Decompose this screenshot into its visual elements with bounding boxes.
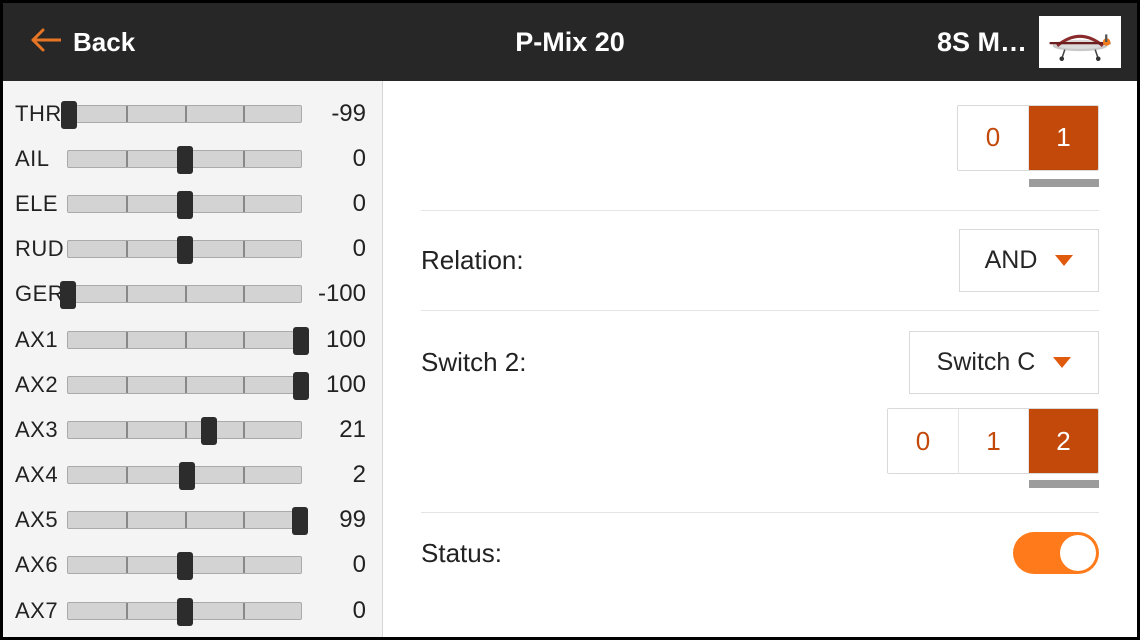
header: Back P-Mix 20 8S M… bbox=[3, 3, 1137, 81]
channel-value: 0 bbox=[312, 551, 366, 579]
channel-value: 0 bbox=[312, 190, 366, 218]
switch2-position-segment: 012 bbox=[887, 408, 1099, 474]
slider-thumb[interactable] bbox=[177, 552, 193, 580]
slider-thumb[interactable] bbox=[61, 101, 77, 129]
slider-thumb[interactable] bbox=[179, 462, 195, 490]
status-row: Status: bbox=[421, 513, 1099, 593]
channel-slider[interactable] bbox=[67, 195, 302, 213]
slider-thumb[interactable] bbox=[60, 281, 76, 309]
channel-label: AX2 bbox=[15, 372, 63, 398]
channel-slider[interactable] bbox=[67, 376, 302, 394]
channel-label: AX4 bbox=[15, 462, 63, 488]
segment-option[interactable]: 1 bbox=[1028, 106, 1098, 170]
main-panel: 01 Relation: AND Switch 2: Switch C bbox=[383, 81, 1137, 637]
slider-thumb[interactable] bbox=[177, 236, 193, 264]
chevron-down-icon bbox=[1055, 255, 1073, 266]
channel-slider[interactable] bbox=[67, 150, 302, 168]
switch2-dropdown[interactable]: Switch C bbox=[909, 331, 1099, 394]
channel-row: GER -100 bbox=[15, 272, 366, 317]
slider-thumb[interactable] bbox=[201, 417, 217, 445]
channel-row: AX6 0 bbox=[15, 543, 366, 588]
scroll-indicator bbox=[1029, 480, 1099, 488]
back-label: Back bbox=[73, 27, 135, 58]
channel-value: 0 bbox=[312, 597, 366, 625]
channel-slider[interactable] bbox=[67, 285, 302, 303]
segment-option[interactable]: 2 bbox=[1028, 409, 1098, 473]
channel-slider[interactable] bbox=[67, 240, 302, 258]
channel-slider[interactable] bbox=[67, 331, 302, 349]
switch1-position-segment: 01 bbox=[957, 105, 1099, 171]
channel-row: AX2 100 bbox=[15, 362, 366, 407]
channel-row: THR -99 bbox=[15, 91, 366, 136]
channel-value: -100 bbox=[312, 280, 366, 308]
channel-label: AIL bbox=[15, 146, 63, 172]
model-thumbnail bbox=[1039, 16, 1121, 68]
back-arrow-icon bbox=[31, 28, 61, 57]
channel-value: 0 bbox=[312, 235, 366, 263]
channel-label: AX5 bbox=[15, 507, 63, 533]
switch2-row: Switch 2: Switch C 012 bbox=[421, 311, 1099, 513]
channel-row: ELE 0 bbox=[15, 181, 366, 226]
channel-label: AX3 bbox=[15, 417, 63, 443]
channel-label: GER bbox=[15, 281, 63, 307]
relation-value: AND bbox=[985, 246, 1038, 275]
slider-thumb[interactable] bbox=[293, 372, 309, 400]
channel-slider[interactable] bbox=[67, 466, 302, 484]
channel-value: -99 bbox=[312, 100, 366, 128]
channel-label: THR bbox=[15, 101, 63, 127]
channel-slider[interactable] bbox=[67, 105, 302, 123]
channel-slider[interactable] bbox=[67, 421, 302, 439]
relation-dropdown[interactable]: AND bbox=[959, 229, 1099, 292]
relation-row: Relation: AND bbox=[421, 211, 1099, 311]
channel-label: ELE bbox=[15, 191, 63, 217]
channel-value: 0 bbox=[312, 145, 366, 173]
slider-thumb[interactable] bbox=[292, 507, 308, 535]
model-selector[interactable]: 8S M… bbox=[937, 16, 1121, 68]
segment-option[interactable]: 0 bbox=[888, 409, 958, 473]
channel-label: AX7 bbox=[15, 598, 63, 624]
channel-row: AX4 2 bbox=[15, 453, 366, 498]
channel-label: AX1 bbox=[15, 327, 63, 353]
page-title: P-Mix 20 bbox=[515, 27, 625, 58]
channel-row: RUD 0 bbox=[15, 227, 366, 272]
channel-value: 100 bbox=[312, 326, 366, 354]
channel-slider[interactable] bbox=[67, 602, 302, 620]
model-name: 8S M… bbox=[937, 27, 1027, 58]
channel-label: AX6 bbox=[15, 552, 63, 578]
chevron-down-icon bbox=[1053, 357, 1071, 368]
channel-slider[interactable] bbox=[67, 556, 302, 574]
segment-option[interactable]: 0 bbox=[958, 106, 1028, 170]
status-label: Status: bbox=[421, 538, 502, 569]
channel-value: 21 bbox=[312, 416, 366, 444]
channel-row: AX3 21 bbox=[15, 407, 366, 452]
channel-value: 100 bbox=[312, 371, 366, 399]
switch2-label: Switch 2: bbox=[421, 347, 527, 378]
channel-value: 2 bbox=[312, 461, 366, 489]
segment-option[interactable]: 1 bbox=[958, 409, 1028, 473]
channel-sidebar: THR -99 AIL 0 ELE 0 RUD 0 GER -100 AX1 100 AX2 100 AX3… bbox=[3, 81, 383, 637]
scroll-indicator bbox=[1029, 179, 1099, 187]
channel-slider[interactable] bbox=[67, 511, 302, 529]
channel-row: AX5 99 bbox=[15, 498, 366, 543]
switch2-value: Switch C bbox=[937, 348, 1036, 377]
relation-label: Relation: bbox=[421, 245, 524, 276]
slider-thumb[interactable] bbox=[177, 598, 193, 626]
switch1-position-row: 01 bbox=[421, 81, 1099, 211]
slider-thumb[interactable] bbox=[177, 146, 193, 174]
back-button[interactable]: Back bbox=[31, 27, 135, 58]
channel-row: AIL 0 bbox=[15, 136, 366, 181]
channel-value: 99 bbox=[312, 506, 366, 534]
channel-label: RUD bbox=[15, 236, 63, 262]
channel-row: AX1 100 bbox=[15, 317, 366, 362]
channel-row: AX7 0 bbox=[15, 588, 366, 633]
status-toggle[interactable] bbox=[1013, 532, 1099, 574]
slider-thumb[interactable] bbox=[177, 191, 193, 219]
slider-thumb[interactable] bbox=[293, 327, 309, 355]
